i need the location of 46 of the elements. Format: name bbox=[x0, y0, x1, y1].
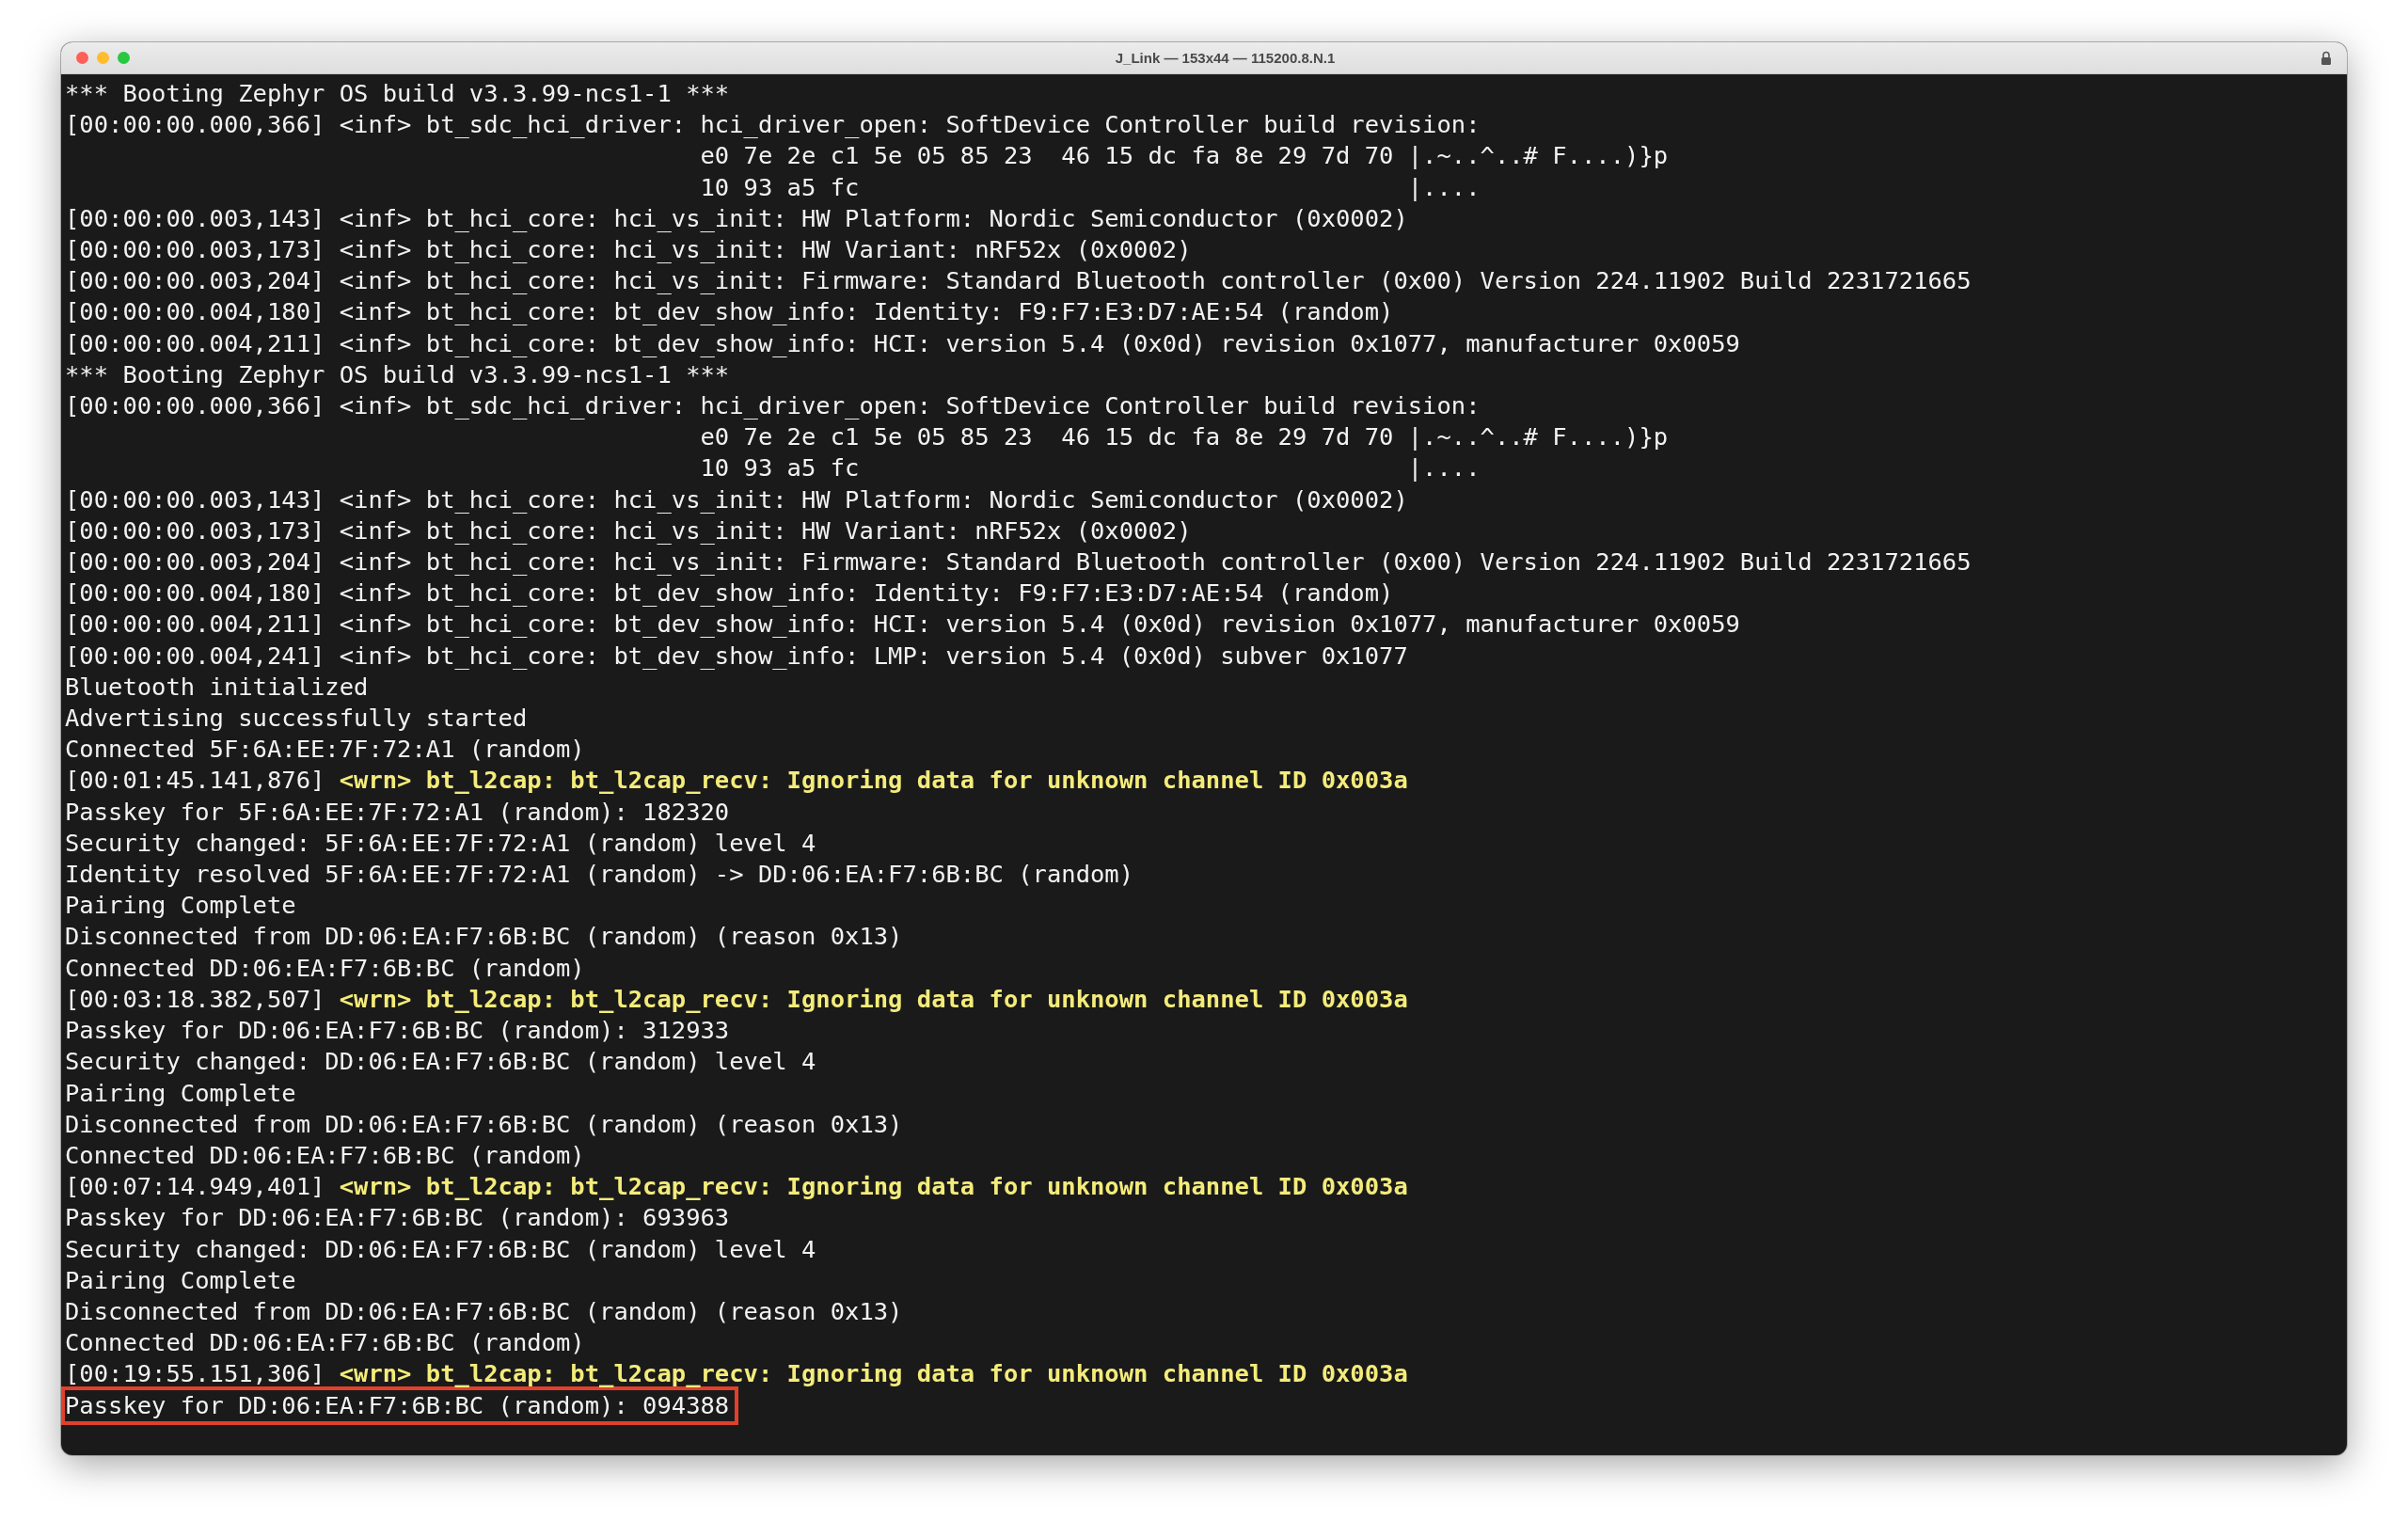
log-line: Connected DD:06:EA:F7:6B:BC (random) bbox=[65, 1327, 585, 1359]
log-line: Pairing Complete bbox=[65, 1077, 296, 1109]
log-line: e0 7e 2e c1 5e 05 85 23 46 15 dc fa 8e 29 7d 70 |.~..^..# F....)}p bbox=[699, 140, 1669, 172]
log-line: e0 7e 2e c1 5e 05 85 23 46 15 dc fa 8e 29 7d 70 |.~..^..# F....)}p bbox=[699, 421, 1669, 453]
log-line: [00:00:00.000,366] <inf> bt_sdc_hci_driver: hci_driver_open: SoftDevice Controller build revision: bbox=[65, 109, 1481, 141]
minimize-button[interactable] bbox=[97, 52, 109, 64]
log-line: [00:00:00.000,366] <inf> bt_sdc_hci_driver: hci_driver_open: SoftDevice Controller build revision: bbox=[65, 390, 1481, 422]
window-title: J_Link — 153x44 — 115200.8.N.1 bbox=[1114, 50, 1337, 66]
log-line: Security changed: DD:06:EA:F7:6B:BC (random) level 4 bbox=[65, 1233, 816, 1265]
log-line: [00:00:00.004,180] <inf> bt_hci_core: bt_dev_show_info: Identity: F9:F7:E3:D7:AE:54 (random) bbox=[65, 296, 1394, 328]
log-line: Pairing Complete bbox=[65, 1264, 296, 1296]
log-line: Passkey for DD:06:EA:F7:6B:BC (random): 312933 bbox=[65, 1015, 730, 1047]
log-line: [00:00:00.004,211] <inf> bt_hci_core: bt_dev_show_info: HCI: version 5.4 (0x0d) revision 0x1077, manufacturer 0x0059 bbox=[65, 609, 1740, 641]
log-line: *** Booting Zephyr OS build v3.3.99-ncs1-1 *** bbox=[65, 78, 730, 109]
log-line: Passkey for 5F:6A:EE:7F:72:A1 (random): 182320 bbox=[65, 796, 730, 828]
log-line: 10 93 a5 fc |.... bbox=[699, 452, 1481, 484]
log-line: Advertising successfully started bbox=[65, 703, 528, 735]
log-line: Bluetooth initialized bbox=[65, 671, 369, 703]
log-line: Disconnected from DD:06:EA:F7:6B:BC (random) (reason 0x13) bbox=[65, 921, 903, 953]
log-line: [00:00:00.004,180] <inf> bt_hci_core: bt_dev_show_info: Identity: F9:F7:E3:D7:AE:54 (random) bbox=[65, 578, 1394, 610]
log-line: Disconnected from DD:06:EA:F7:6B:BC (random) (reason 0x13) bbox=[65, 1108, 903, 1140]
log-line: Passkey for DD:06:EA:F7:6B:BC (random): 693963 bbox=[65, 1202, 730, 1234]
close-button[interactable] bbox=[76, 52, 88, 64]
log-line: [00:00:00.003,143] <inf> bt_hci_core: hci_vs_init: HW Platform: Nordic Semiconductor (0x0002) bbox=[65, 202, 1408, 234]
lock-icon bbox=[2321, 50, 2332, 66]
log-line: Security changed: 5F:6A:EE:7F:72:A1 (random) level 4 bbox=[65, 827, 816, 859]
log-line: Connected DD:06:EA:F7:6B:BC (random) bbox=[65, 952, 585, 984]
log-line: [00:00:00.003,204] <inf> bt_hci_core: hci_vs_init: Firmware: Standard Bluetooth controller (0x00) Version 224.11902 Build 2231721665 bbox=[65, 265, 1972, 297]
log-line: 10 93 a5 fc |.... bbox=[699, 171, 1481, 203]
log-line: Connected 5F:6A:EE:7F:72:A1 (random) bbox=[65, 734, 585, 766]
log-line: [00:03:18.382,507] <wrn> bt_l2cap: bt_l2cap_recv: Ignoring data for unknown channel ID 0x003a bbox=[65, 983, 1408, 1015]
log-line: [00:00:00.003,204] <inf> bt_hci_core: hci_vs_init: Firmware: Standard Bluetooth controller (0x00) Version 224.11902 Build 2231721665 bbox=[65, 546, 1972, 578]
log-line: Identity resolved 5F:6A:EE:7F:72:A1 (random) -> DD:06:EA:F7:6B:BC (random) bbox=[65, 859, 1134, 891]
log-line: Pairing Complete bbox=[65, 890, 296, 922]
log-line: [00:01:45.141,876] <wrn> bt_l2cap: bt_l2cap_recv: Ignoring data for unknown channel ID 0x003a bbox=[65, 765, 1408, 797]
zoom-button[interactable] bbox=[118, 52, 130, 64]
log-line: [00:00:00.003,173] <inf> bt_hci_core: hci_vs_init: HW Variant: nRF52x (0x0002) bbox=[65, 234, 1192, 265]
log-line: [00:07:14.949,401] <wrn> bt_l2cap: bt_l2cap_recv: Ignoring data for unknown channel ID 0x003a bbox=[65, 1171, 1408, 1203]
log-line: Security changed: DD:06:EA:F7:6B:BC (random) level 4 bbox=[65, 1046, 816, 1078]
log-line: *** Booting Zephyr OS build v3.3.99-ncs1-1 *** bbox=[65, 358, 730, 390]
log-line: [00:00:00.003,173] <inf> bt_hci_core: hci_vs_init: HW Variant: nRF52x (0x0002) bbox=[65, 515, 1192, 546]
log-line: [00:00:00.003,143] <inf> bt_hci_core: hci_vs_init: HW Platform: Nordic Semiconductor (0x0002) bbox=[65, 483, 1408, 515]
log-line: Disconnected from DD:06:EA:F7:6B:BC (random) (reason 0x13) bbox=[65, 1295, 903, 1327]
log-line: [00:00:00.004,241] <inf> bt_hci_core: bt_dev_show_info: LMP: version 5.4 (0x0d) subver 0x1077 bbox=[65, 640, 1408, 672]
log-line: Connected DD:06:EA:F7:6B:BC (random) bbox=[65, 1139, 585, 1171]
log-line: [00:00:00.004,211] <inf> bt_hci_core: bt_dev_show_info: HCI: version 5.4 (0x0d) revision 0x1077, manufacturer 0x0059 bbox=[65, 327, 1740, 359]
